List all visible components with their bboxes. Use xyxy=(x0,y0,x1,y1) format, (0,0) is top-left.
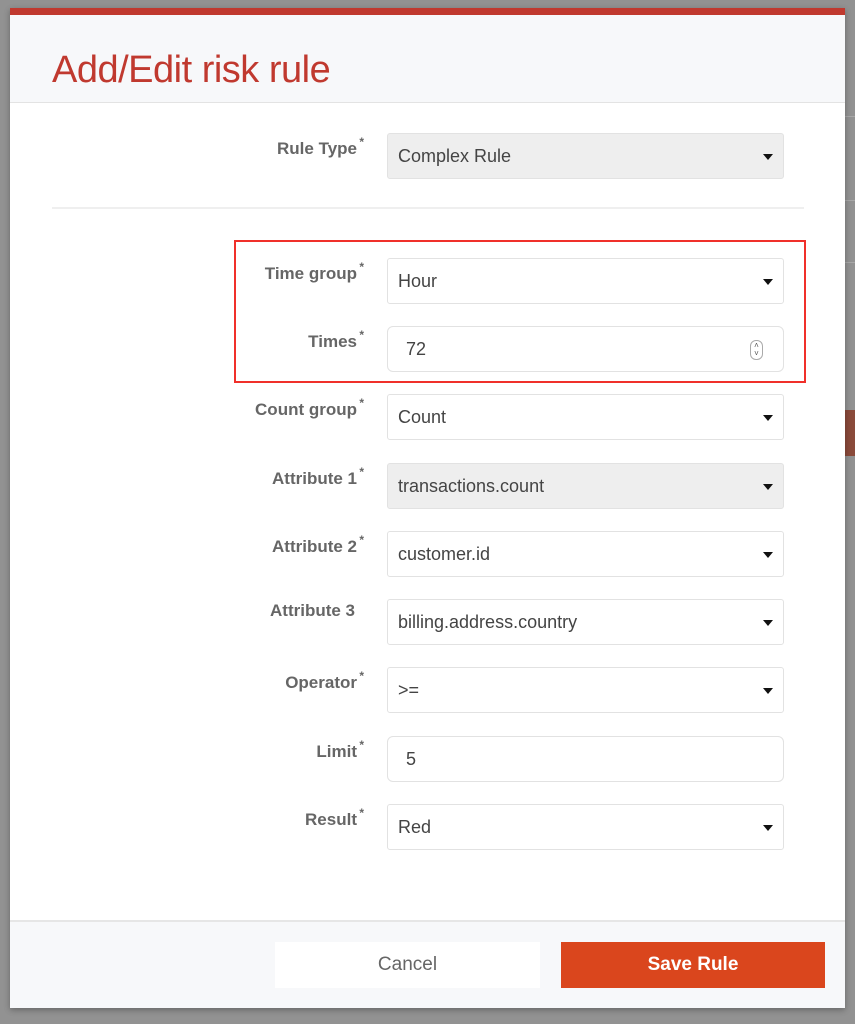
attribute1-row: Attribute 1 transactions.count xyxy=(10,463,845,509)
modal-header: Add/Edit risk rule xyxy=(10,15,845,103)
attribute2-select[interactable]: customer.id xyxy=(387,531,784,577)
operator-value: >= xyxy=(398,680,420,700)
times-row: Times 72 ˄˅ xyxy=(10,326,845,372)
times-label: Times xyxy=(308,328,364,352)
attribute1-value: transactions.count xyxy=(398,476,545,496)
modal-footer: Cancel Save Rule xyxy=(10,920,845,1008)
rule-type-label: Rule Type xyxy=(277,135,364,159)
caret-down-icon xyxy=(763,688,773,694)
result-select[interactable]: Red xyxy=(387,804,784,850)
background-divider xyxy=(845,200,855,201)
modal-accent-bar xyxy=(10,8,845,15)
modal-title: Add/Edit risk rule xyxy=(52,49,331,91)
caret-down-icon xyxy=(763,279,773,285)
number-spinner-icon[interactable]: ˄ ˅ xyxy=(750,340,763,360)
count-group-select[interactable]: Count xyxy=(387,394,784,440)
times-value: 72 xyxy=(406,339,427,359)
section-divider xyxy=(52,207,804,209)
rule-type-row: Rule Type Complex Rule xyxy=(10,133,845,179)
attribute2-label: Attribute 2 xyxy=(272,533,364,557)
attribute3-select[interactable]: billing.address.country xyxy=(387,599,784,645)
time-group-value: Hour xyxy=(398,271,438,291)
cancel-button[interactable]: Cancel xyxy=(275,942,540,988)
caret-down-icon xyxy=(763,620,773,626)
attribute2-row: Attribute 2 customer.id xyxy=(10,531,845,577)
operator-label: Operator xyxy=(285,669,364,693)
save-rule-button[interactable]: Save Rule xyxy=(561,942,825,988)
time-group-label: Time group xyxy=(265,260,365,284)
limit-value: 5 xyxy=(406,749,417,769)
result-label: Result xyxy=(305,806,364,830)
count-group-value: Count xyxy=(398,407,447,427)
rule-type-value: Complex Rule xyxy=(398,146,512,166)
background-divider xyxy=(845,116,855,117)
caret-down-icon xyxy=(763,415,773,421)
operator-row: Operator >= xyxy=(10,667,845,713)
rule-type-select[interactable]: Complex Rule xyxy=(387,133,784,179)
caret-down-icon xyxy=(763,154,773,160)
attribute3-value: billing.address.country xyxy=(398,612,578,632)
attribute3-label: Attribute 3 xyxy=(270,601,355,620)
time-group-row: Time group Hour xyxy=(10,258,845,304)
risk-rule-modal: Add/Edit risk rule Rule Type Complex Rul… xyxy=(10,8,845,1008)
background-button xyxy=(845,410,855,456)
operator-select[interactable]: >= xyxy=(387,667,784,713)
result-row: Result Red xyxy=(10,804,845,850)
count-group-label: Count group xyxy=(255,396,364,420)
attribute1-select[interactable]: transactions.count xyxy=(387,463,784,509)
limit-input[interactable]: 5 xyxy=(387,736,784,782)
times-input[interactable]: 72 ˄ ˅ xyxy=(387,326,784,372)
attribute3-row: Attribute 3 billing.address.country xyxy=(10,599,845,645)
background-divider xyxy=(845,262,855,263)
result-value: Red xyxy=(398,817,432,837)
caret-down-icon xyxy=(763,484,773,490)
caret-down-icon xyxy=(763,552,773,558)
limit-label: Limit xyxy=(316,738,363,762)
attribute2-value: customer.id xyxy=(398,544,491,564)
caret-down-icon xyxy=(763,825,773,831)
time-group-select[interactable]: Hour xyxy=(387,258,784,304)
attribute1-label: Attribute 1 xyxy=(272,465,364,489)
limit-row: Limit 5 xyxy=(10,736,845,782)
count-group-row: Count group Count xyxy=(10,394,845,440)
